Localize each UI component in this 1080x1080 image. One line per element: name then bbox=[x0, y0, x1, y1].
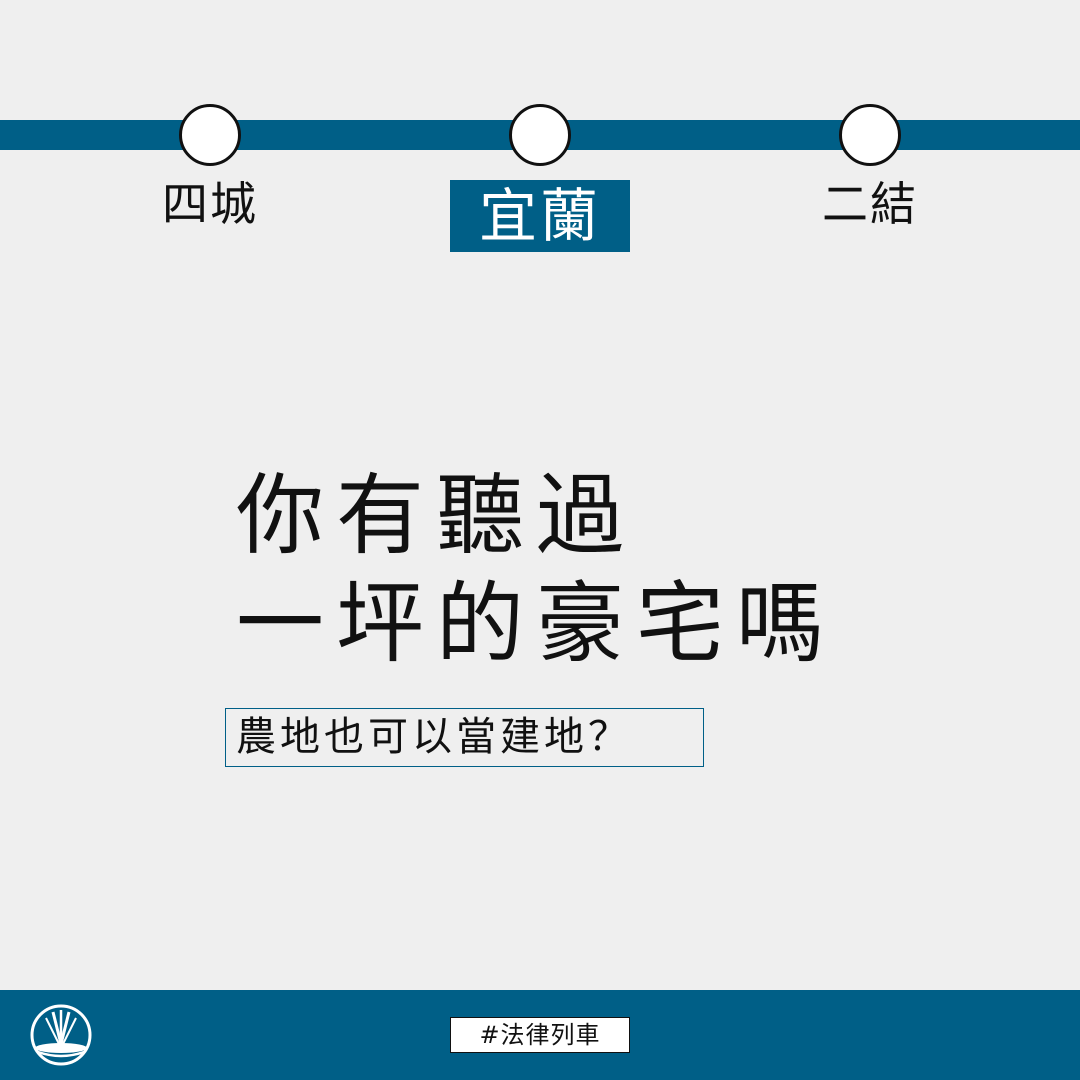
subtitle: 農地也可以當建地？ bbox=[225, 708, 704, 767]
station-dot-next bbox=[839, 104, 901, 166]
station-dot-current bbox=[509, 104, 571, 166]
station-label-current: 宜蘭 bbox=[450, 180, 630, 252]
headline-line-2: 一坪的豪宅嗎 bbox=[236, 572, 837, 675]
compass-pen-logo-icon bbox=[30, 1004, 92, 1066]
hashtag-label: #法律列車 bbox=[450, 1017, 630, 1053]
headline-line-1: 你有聽過 bbox=[236, 464, 637, 567]
station-label-prev: 四城 bbox=[162, 177, 258, 231]
station-dot-prev bbox=[179, 104, 241, 166]
station-label-next: 二結 bbox=[822, 177, 918, 231]
